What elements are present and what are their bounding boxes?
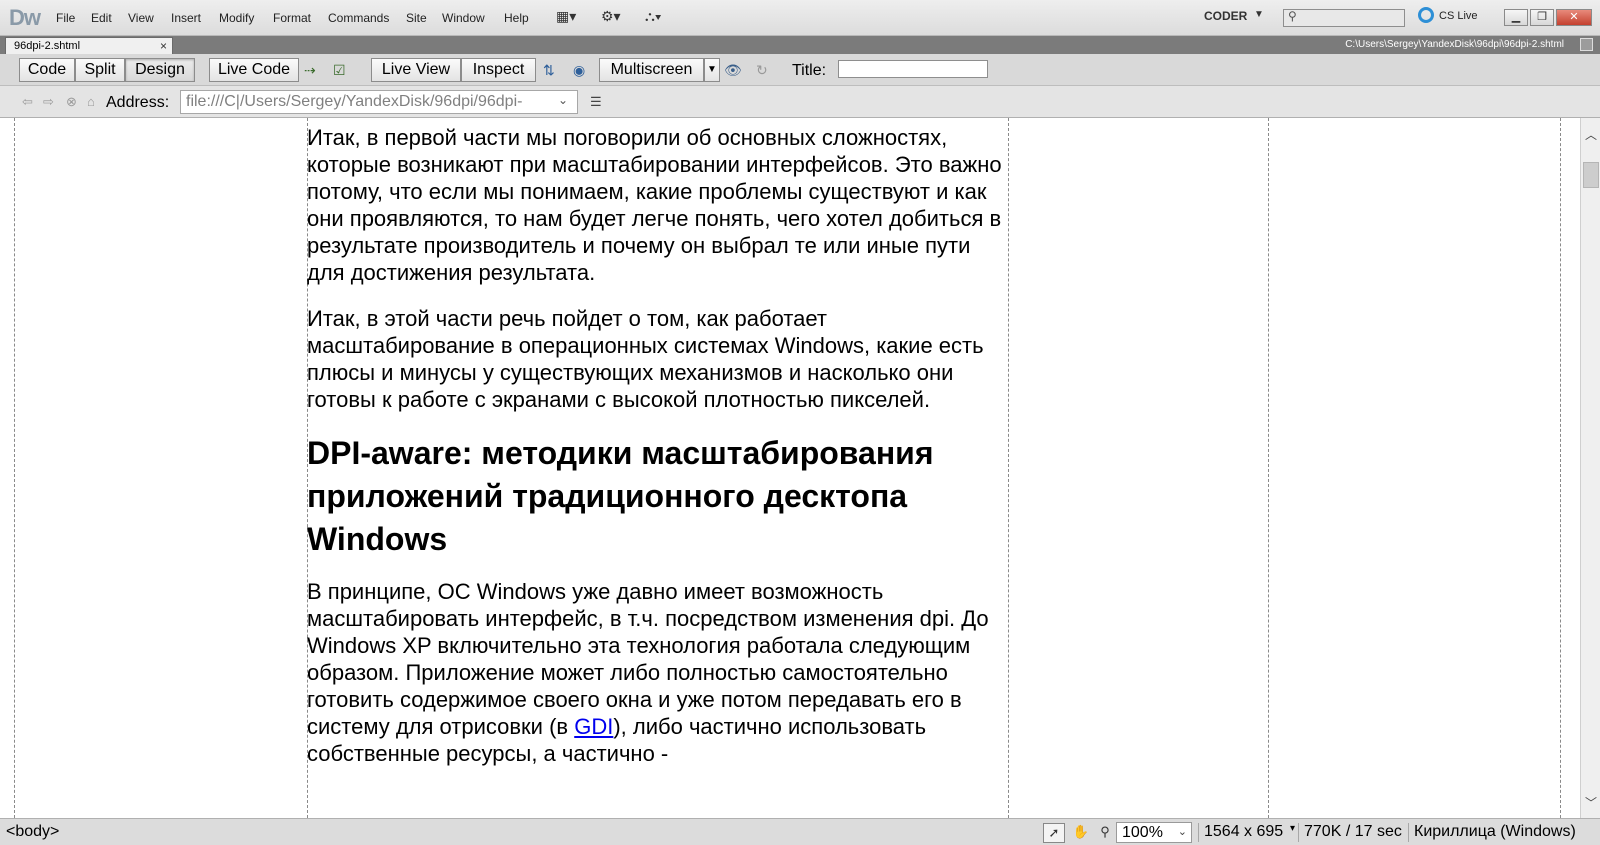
chevron-down-icon[interactable]: ▼	[1254, 9, 1264, 20]
close-button[interactable]: ✕	[1556, 9, 1592, 26]
address-input[interactable]: file:///C|/Users/Sergey/YandexDisk/96dpi…	[180, 90, 578, 114]
chevron-down-icon[interactable]: ﹀	[1585, 794, 1597, 811]
back-icon[interactable]: ⇦	[22, 94, 33, 110]
window-size[interactable]: 1564 x 695	[1204, 823, 1283, 841]
zoom-tool-icon[interactable]: ⚲	[1094, 823, 1116, 843]
search-input[interactable]	[1283, 9, 1405, 27]
encoding: Кириллица (Windows)	[1414, 823, 1576, 840]
menu-file[interactable]: File	[56, 11, 75, 25]
zoom-value: 100%	[1122, 824, 1163, 841]
address-bar: ⇦ ⇨ ⊗ ⌂ Address: file:///C|/Users/Sergey…	[0, 86, 1600, 118]
design-view-button[interactable]: Design	[125, 58, 195, 82]
hand-tool-icon[interactable]: ✋	[1070, 823, 1092, 843]
menu-format[interactable]: Format	[273, 11, 311, 25]
paragraph[interactable]: Итак, в первой части мы поговорили об ос…	[307, 124, 1011, 286]
tag-selector[interactable]: <body>	[6, 823, 59, 841]
split-view-button[interactable]: Split	[75, 58, 125, 82]
menu-help[interactable]: Help	[504, 11, 529, 25]
menu-edit[interactable]: Edit	[91, 11, 112, 25]
cs-live-label[interactable]: CS Live	[1439, 10, 1478, 22]
guide-line	[1268, 118, 1269, 818]
stop-icon[interactable]: ⊗	[66, 94, 77, 110]
scrollbar-thumb[interactable]	[1583, 162, 1599, 188]
gdi-link[interactable]: GDI	[574, 714, 613, 739]
address-label: Address:	[106, 94, 170, 111]
page-content[interactable]: Итак, в первой части мы поговорили об ос…	[307, 124, 1011, 786]
document-tab-bar: 96dpi-2.shtml × C:\Users\Sergey\YandexDi…	[0, 36, 1600, 54]
design-view[interactable]: Итак, в первой части мы поговорили об ос…	[0, 118, 1580, 818]
title-label: Title:	[792, 62, 827, 79]
download-size: 770K / 17 sec	[1304, 823, 1402, 840]
code-view-button[interactable]: Code	[19, 58, 75, 82]
menu-insert[interactable]: Insert	[171, 11, 201, 25]
home-icon[interactable]: ⌂	[87, 94, 95, 109]
multiscreen-button[interactable]: Multiscreen	[599, 58, 704, 82]
extend-icon[interactable]: ⚙▾	[601, 8, 621, 25]
menu-commands[interactable]: Commands	[328, 11, 389, 25]
paragraph[interactable]: В принципе, ОС Windows уже давно имеет в…	[307, 578, 1011, 767]
divider	[1298, 823, 1299, 842]
file-management-icon[interactable]: ⇅	[543, 62, 555, 79]
search-icon: ⚲	[1288, 9, 1297, 23]
chevron-up-icon[interactable]: ︿	[1585, 126, 1597, 143]
chevron-down-icon[interactable]: ▾	[1290, 823, 1295, 834]
select-tool-icon[interactable]: ➚	[1043, 823, 1065, 843]
status-bar: <body> ➚ ✋ ⚲ 100% ⌄ 1564 x 695 ▾ 770K / …	[0, 818, 1600, 845]
site-icon[interactable]: ⛬▾	[645, 8, 662, 25]
chevron-down-icon[interactable]: ⌄	[1178, 823, 1187, 842]
maximize-button[interactable]: ❐	[1530, 9, 1554, 26]
refresh-icon[interactable]: ↻	[756, 62, 768, 79]
zoom-select[interactable]: 100% ⌄	[1116, 822, 1192, 843]
menu-window[interactable]: Window	[442, 11, 485, 25]
menu-bar: Dw File Edit View Insert Modify Format C…	[0, 0, 1600, 36]
live-code-button[interactable]: Live Code	[209, 58, 299, 82]
chevron-down-icon[interactable]: ⌄	[558, 93, 568, 107]
paragraph[interactable]: Итак, в этой части речь пойдет о том, ка…	[307, 305, 1011, 413]
title-input[interactable]	[838, 60, 988, 78]
menu-view[interactable]: View	[128, 11, 154, 25]
browse-options-icon[interactable]: ☰	[590, 94, 602, 110]
menu-modify[interactable]: Modify	[219, 11, 254, 25]
minimize-button[interactable]: ▁	[1504, 9, 1528, 26]
validate-icon[interactable]: ☑	[333, 62, 346, 79]
menu-site[interactable]: Site	[406, 11, 427, 25]
divider	[1198, 823, 1199, 842]
restore-down-icon[interactable]	[1580, 38, 1593, 51]
document-tab[interactable]: 96dpi-2.shtml ×	[5, 37, 173, 54]
live-view-button[interactable]: Live View	[371, 58, 461, 82]
guide-line	[1560, 118, 1561, 818]
heading[interactable]: DPI-aware: методики масштабирования прил…	[307, 432, 1011, 561]
live-code-options-icon[interactable]: ⇢	[304, 62, 316, 79]
workspace-switcher[interactable]: CODER	[1204, 9, 1247, 23]
document-tab-label: 96dpi-2.shtml	[14, 40, 81, 52]
cs-live-icon[interactable]	[1418, 7, 1434, 23]
document-path: C:\Users\Sergey\YandexDisk\96dpi\96dpi-2…	[1345, 39, 1564, 50]
document-toolbar: Code Split Design Live Code ⇢ ☑ Live Vie…	[0, 54, 1600, 86]
guide-line	[14, 118, 15, 818]
close-icon[interactable]: ×	[160, 39, 167, 53]
inspect-button[interactable]: Inspect	[461, 58, 536, 82]
globe-icon[interactable]: ◉	[573, 62, 585, 79]
vertical-scrollbar[interactable]: ︿ ﹀	[1580, 118, 1600, 818]
chevron-down-icon[interactable]: ▼	[704, 58, 720, 82]
visual-aids-icon[interactable]: 👁	[724, 62, 742, 79]
divider	[1408, 823, 1409, 842]
forward-icon[interactable]: ⇨	[43, 94, 54, 110]
layout-icon[interactable]: ▦▾	[556, 8, 576, 25]
dreamweaver-logo: Dw	[9, 5, 41, 30]
